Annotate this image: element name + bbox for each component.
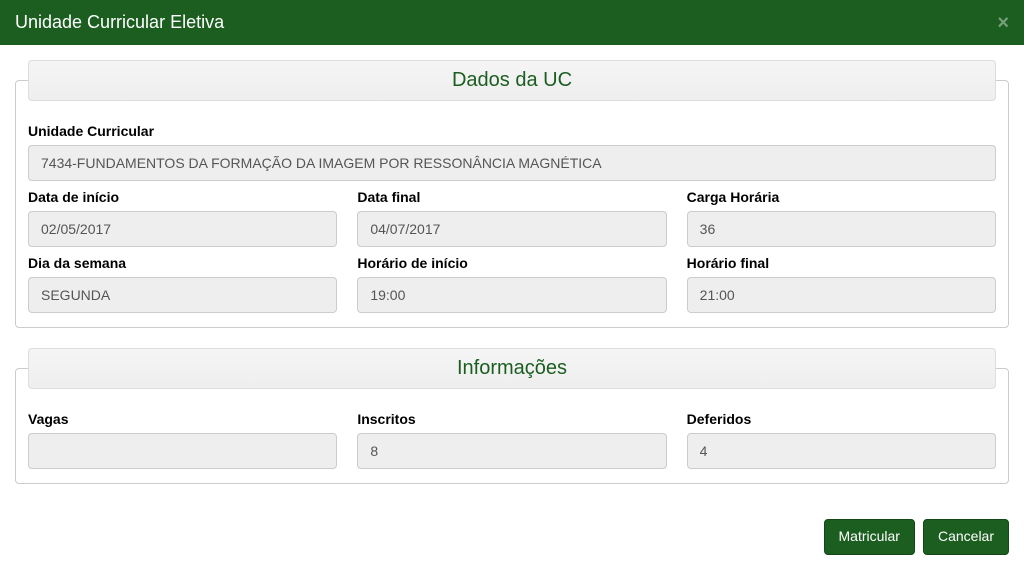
- label-vagas: Vagas: [28, 411, 337, 427]
- modal-footer: Matricular Cancelar: [0, 519, 1024, 570]
- cancelar-button[interactable]: Cancelar: [923, 519, 1009, 555]
- group-data-final: Data final: [357, 189, 666, 247]
- input-horario-inicio: [357, 277, 666, 313]
- fieldset-dados-uc: Dados da UC Unidade Curricular Data de i…: [15, 60, 1009, 328]
- group-horario-inicio: Horário de início: [357, 255, 666, 313]
- group-unidade-curricular: Unidade Curricular: [28, 123, 996, 181]
- label-deferidos: Deferidos: [687, 411, 996, 427]
- modal-title: Unidade Curricular Eletiva: [15, 12, 224, 33]
- input-carga-horaria: [687, 211, 996, 247]
- group-dia-semana: Dia da semana: [28, 255, 337, 313]
- modal-body: Dados da UC Unidade Curricular Data de i…: [0, 45, 1024, 519]
- input-inscritos: [357, 433, 666, 469]
- group-inscritos: Inscritos: [357, 411, 666, 469]
- modal-header: Unidade Curricular Eletiva ×: [0, 0, 1024, 45]
- close-icon[interactable]: ×: [997, 13, 1009, 33]
- label-horario-final: Horário final: [687, 255, 996, 271]
- input-vagas: [28, 433, 337, 469]
- label-dia-semana: Dia da semana: [28, 255, 337, 271]
- group-data-inicio: Data de início: [28, 189, 337, 247]
- input-dia-semana: [28, 277, 337, 313]
- input-unidade-curricular: [28, 145, 996, 181]
- input-data-final: [357, 211, 666, 247]
- input-data-inicio: [28, 211, 337, 247]
- input-horario-final: [687, 277, 996, 313]
- matricular-button[interactable]: Matricular: [824, 519, 915, 555]
- label-carga-horaria: Carga Horária: [687, 189, 996, 205]
- label-unidade-curricular: Unidade Curricular: [28, 123, 996, 139]
- label-data-final: Data final: [357, 189, 666, 205]
- label-horario-inicio: Horário de início: [357, 255, 666, 271]
- input-deferidos: [687, 433, 996, 469]
- legend-dados-uc: Dados da UC: [28, 60, 996, 101]
- group-horario-final: Horário final: [687, 255, 996, 313]
- label-data-inicio: Data de início: [28, 189, 337, 205]
- legend-informacoes: Informações: [28, 348, 996, 389]
- group-deferidos: Deferidos: [687, 411, 996, 469]
- label-inscritos: Inscritos: [357, 411, 666, 427]
- group-vagas: Vagas: [28, 411, 337, 469]
- fieldset-informacoes: Informações Vagas Inscritos Deferidos: [15, 348, 1009, 484]
- group-carga-horaria: Carga Horária: [687, 189, 996, 247]
